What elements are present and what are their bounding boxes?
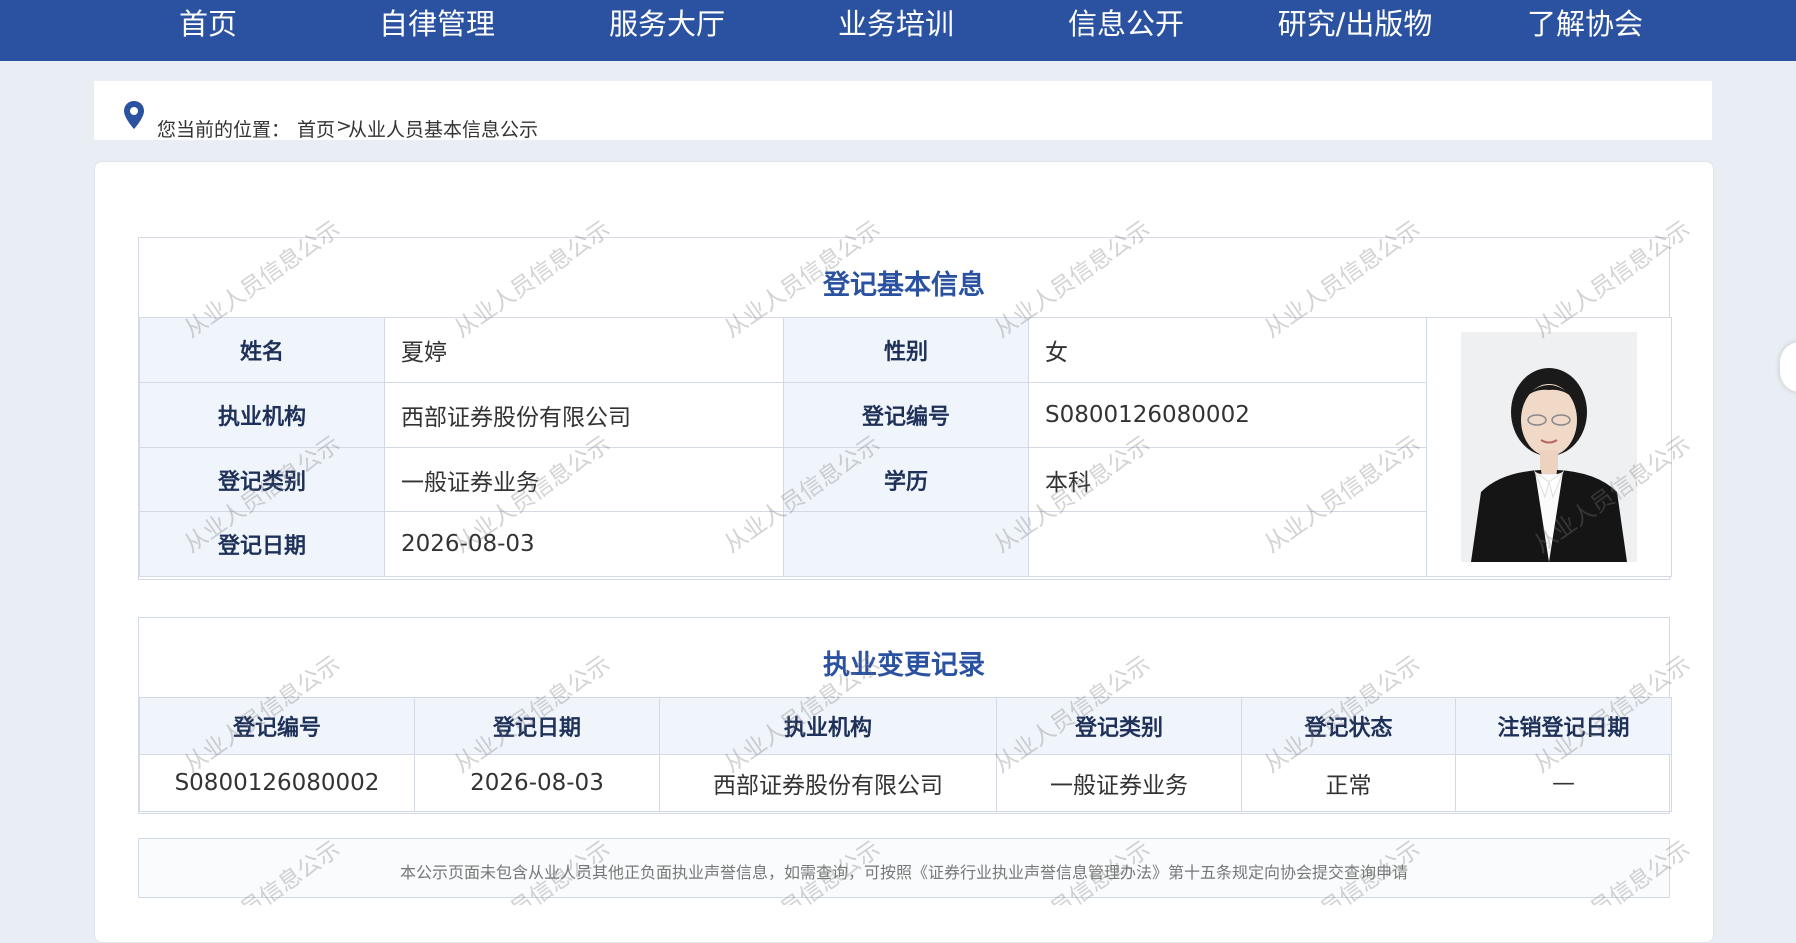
avatar bbox=[1461, 332, 1637, 562]
breadcrumb-home-link[interactable]: 首页 bbox=[297, 115, 335, 142]
breadcrumb-current: 从业人员基本信息公示 bbox=[348, 119, 539, 141]
side-float-button[interactable] bbox=[1780, 342, 1796, 392]
cell-org: 西部证券股份有限公司 bbox=[659, 754, 997, 812]
cell-reg-type: 一般证券业务 bbox=[996, 754, 1242, 812]
basic-info-section: 登记基本信息 姓名 夏婷 性别 女 执业机构 西部证券股份有限公司 登记编号 S… bbox=[138, 237, 1672, 580]
top-nav: 首页 自律管理 服务大厅 业务培训 信息公开 研究/出版物 了解协会 bbox=[0, 0, 1796, 61]
reg-date-label: 登记日期 bbox=[139, 511, 385, 577]
nav-item-info-disclosure[interactable]: 信息公开 bbox=[1068, 0, 1184, 48]
nav-item-service-hall[interactable]: 服务大厅 bbox=[609, 0, 725, 48]
nav-item-about[interactable]: 了解协会 bbox=[1527, 0, 1643, 48]
cell-status: 正常 bbox=[1241, 754, 1456, 812]
notice-text: 本公示页面未包含从业人员其他正负面执业声誉信息，如需查询，可按照《证券行业执业声… bbox=[399, 863, 1408, 882]
edu-label: 学历 bbox=[783, 447, 1029, 512]
table-row: S0800126080002 2026-08-03 西部证券股份有限公司 一般证… bbox=[139, 754, 1672, 812]
nav-item-research[interactable]: 研究/出版物 bbox=[1278, 0, 1433, 48]
reg-no-value: S0800126080002 bbox=[1028, 382, 1427, 448]
cell-reg-date: 2026-08-03 bbox=[414, 754, 660, 812]
reg-type-label: 登记类别 bbox=[139, 447, 385, 512]
org-value: 西部证券股份有限公司 bbox=[384, 382, 784, 448]
basic-info-table: 姓名 夏婷 性别 女 执业机构 西部证券股份有限公司 登记编号 S0800126… bbox=[139, 317, 1672, 577]
reg-no-label: 登记编号 bbox=[783, 382, 1029, 448]
nav-item-training[interactable]: 业务培训 bbox=[838, 0, 954, 48]
name-label: 姓名 bbox=[139, 317, 385, 383]
cell-reg-no: S0800126080002 bbox=[139, 754, 415, 812]
change-records-table: 登记编号 登记日期 执业机构 登记类别 登记状态 注销登记日期 S0800126… bbox=[139, 697, 1672, 812]
gender-value: 女 bbox=[1028, 317, 1427, 383]
col-header-org: 执业机构 bbox=[659, 697, 997, 755]
basic-info-title: 登记基本信息 bbox=[823, 270, 985, 301]
photo-cell bbox=[1426, 317, 1672, 577]
breadcrumb: 您当前的位置： 首页 > 从业人员基本信息公示 bbox=[94, 81, 1712, 142]
breadcrumb-label: 您当前的位置： bbox=[157, 119, 291, 141]
nav-item-self-regulation[interactable]: 自律管理 bbox=[379, 0, 495, 48]
change-records-title: 执业变更记录 bbox=[823, 650, 985, 681]
empty-value-cell bbox=[1028, 511, 1427, 577]
empty-label-cell bbox=[783, 511, 1029, 577]
cell-cancel-date: — bbox=[1455, 754, 1672, 812]
col-header-reg-no: 登记编号 bbox=[139, 697, 415, 755]
notice-box: 本公示页面未包含从业人员其他正负面执业声誉信息，如需查询，可按照《证券行业执业声… bbox=[138, 838, 1670, 898]
name-value: 夏婷 bbox=[384, 317, 784, 383]
nav-item-home[interactable]: 首页 bbox=[179, 0, 237, 48]
edu-value: 本科 bbox=[1028, 447, 1427, 512]
col-header-reg-type: 登记类别 bbox=[996, 697, 1242, 755]
org-label: 执业机构 bbox=[139, 382, 385, 448]
col-header-cancel-date: 注销登记日期 bbox=[1455, 697, 1672, 755]
col-header-status: 登记状态 bbox=[1241, 697, 1456, 755]
location-pin-icon bbox=[124, 101, 144, 129]
reg-date-value: 2026-08-03 bbox=[384, 511, 784, 577]
col-header-reg-date: 登记日期 bbox=[414, 697, 660, 755]
gender-label: 性别 bbox=[783, 317, 1029, 383]
reg-type-value: 一般证券业务 bbox=[384, 447, 784, 512]
change-records-section: 执业变更记录 登记编号 登记日期 执业机构 登记类别 登记状态 注销登记日期 S… bbox=[138, 617, 1672, 814]
